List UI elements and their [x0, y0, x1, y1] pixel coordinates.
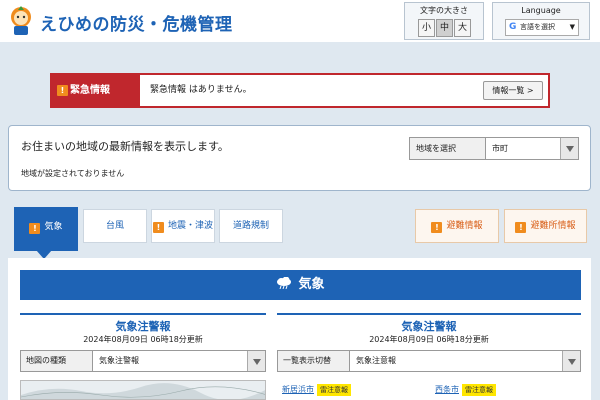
mascot-logo-icon[interactable]	[8, 6, 34, 36]
warning-list-item: 西条市雷注意報	[435, 384, 496, 396]
language-select[interactable]: G 言語を選択 ▼	[505, 19, 579, 36]
tab-shelter-info[interactable]: ! 避難所情報	[504, 209, 587, 243]
alert-icon: !	[29, 223, 40, 234]
chevron-down-icon[interactable]	[562, 351, 580, 371]
rain-cloud-icon	[276, 277, 292, 289]
tab-label: 気象	[44, 222, 62, 232]
google-translate-icon: G	[509, 22, 519, 32]
site-title[interactable]: えひめの防災・危機管理	[40, 10, 233, 35]
left-subpanel-divider	[20, 313, 266, 315]
left-updated-time: 2024年08月09日 06時18分更新	[20, 334, 266, 345]
emergency-message: 緊急情報 はありません。	[150, 75, 252, 106]
tab-road-regulation[interactable]: 道路規制	[219, 209, 283, 243]
chevron-down-icon[interactable]	[247, 351, 265, 371]
region-panel: お住まいの地域の最新情報を表示します。 地域が設定されておりません 地域を選択 …	[8, 125, 591, 191]
city-link-saijo[interactable]: 西条市	[435, 385, 459, 394]
language-title: Language	[493, 6, 589, 15]
right-subpanel-divider	[277, 313, 581, 315]
emergency-info-bar: ! 緊急情報 緊急情報 はありません。 情報一覧 >	[50, 73, 550, 108]
map-type-select[interactable]: 地図の種類 気象注警報	[20, 350, 266, 372]
city-link-niihama[interactable]: 新居浜市	[282, 385, 314, 394]
warning-badge: 雷注意報	[317, 384, 351, 396]
alert-icon: !	[153, 222, 164, 233]
region-select[interactable]: 地域を選択 市町	[409, 137, 579, 160]
right-updated-time: 2024年08月09日 06時18分更新	[277, 334, 581, 345]
tab-evacuation-info[interactable]: ! 避難情報	[415, 209, 499, 243]
list-display-label: 一覧表示切替	[278, 351, 350, 371]
language-control: Language G 言語を選択 ▼	[492, 2, 590, 40]
region-message: お住まいの地域の最新情報を表示します。	[21, 138, 229, 154]
emergency-label-text: 緊急情報	[70, 85, 110, 96]
map-type-label: 地図の種類	[21, 351, 93, 371]
map-type-value: 気象注警報	[99, 351, 139, 371]
font-size-medium-button[interactable]: 中	[436, 19, 453, 37]
weather-banner-title: 気象	[298, 277, 324, 292]
warning-map[interactable]	[20, 380, 266, 400]
font-size-title: 文字の大きさ	[405, 5, 483, 16]
site-header: えひめの防災・危機管理 文字の大きさ 小 中 大 Language G 言語を選…	[0, 0, 600, 42]
region-select-value: 市町	[492, 138, 508, 159]
tab-weather[interactable]: ! 気象	[14, 207, 78, 251]
alert-icon: !	[431, 222, 442, 233]
dropdown-arrow-icon: ▼	[570, 20, 575, 35]
tab-label: 避難所情報	[530, 221, 575, 231]
map-graphic	[21, 381, 266, 400]
tab-label: 地震・津波	[168, 221, 213, 231]
tab-label: 道路規制	[233, 221, 269, 231]
warning-badge: 雷注意報	[462, 384, 496, 396]
chevron-down-icon[interactable]	[560, 138, 578, 159]
info-list-button[interactable]: 情報一覧 >	[483, 81, 543, 100]
weather-banner: 気象	[20, 270, 581, 300]
list-display-value: 気象注意報	[356, 351, 396, 371]
right-subpanel-title: 気象注警報	[277, 318, 581, 334]
region-select-label: 地域を選択	[410, 138, 486, 159]
emergency-label: ! 緊急情報	[52, 75, 140, 106]
font-size-control: 文字の大きさ 小 中 大	[404, 2, 484, 40]
alert-icon: !	[57, 85, 68, 96]
warning-list-item: 新居浜市雷注意報	[282, 384, 351, 396]
alert-icon: !	[515, 222, 526, 233]
font-size-small-button[interactable]: 小	[418, 19, 435, 37]
language-select-label: 言語を選択	[520, 23, 555, 31]
tab-typhoon[interactable]: 台風	[83, 209, 147, 243]
tab-label: 避難情報	[446, 221, 482, 231]
left-subpanel-title: 気象注警報	[20, 318, 266, 334]
font-size-large-button[interactable]: 大	[454, 19, 471, 37]
list-display-select[interactable]: 一覧表示切替 気象注意報	[277, 350, 581, 372]
tab-label: 台風	[106, 221, 124, 231]
region-status: 地域が設定されておりません	[21, 168, 124, 179]
tab-earthquake-tsunami[interactable]: ! 地震・津波	[151, 209, 215, 243]
